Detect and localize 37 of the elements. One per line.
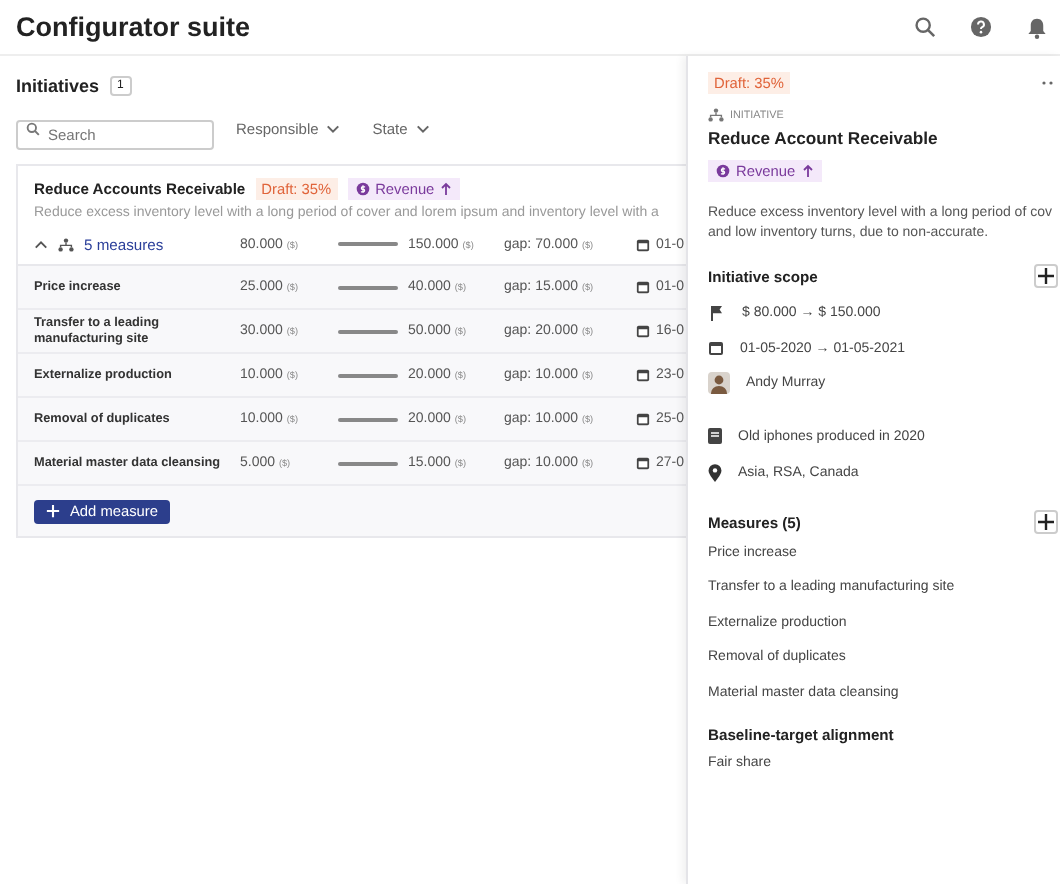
calendar-icon xyxy=(636,368,650,382)
bell-icon[interactable] xyxy=(1026,15,1048,39)
chevron-down-icon xyxy=(415,124,430,134)
flag-icon xyxy=(708,303,726,322)
calendar-icon xyxy=(636,412,650,426)
arrow-up-icon xyxy=(801,164,814,178)
help-icon[interactable] xyxy=(970,16,992,38)
section-heading: Initiatives xyxy=(16,76,100,96)
app-title: Configurator suite xyxy=(16,12,250,42)
chevron-down-icon xyxy=(326,124,341,134)
calendar-icon xyxy=(636,324,650,338)
range-line xyxy=(338,373,398,377)
hierarchy-icon xyxy=(708,108,724,122)
arrow-up-icon xyxy=(440,182,453,196)
calendar-icon xyxy=(636,237,650,251)
chevron-up-icon[interactable] xyxy=(34,239,48,249)
add-button[interactable] xyxy=(1034,264,1058,289)
search-icon xyxy=(26,122,40,136)
calendar-icon xyxy=(636,456,650,470)
plus-icon xyxy=(46,504,60,518)
range-line xyxy=(338,285,398,289)
coin-icon xyxy=(716,164,730,178)
range-line xyxy=(338,417,398,421)
initiative-title: Reduce Account Receivable xyxy=(708,128,940,148)
calendar-icon xyxy=(636,280,650,294)
calendar-icon xyxy=(708,340,724,357)
pin-icon xyxy=(708,463,722,482)
add-button[interactable] xyxy=(1034,510,1058,535)
avatar-icon xyxy=(708,372,730,395)
coin-icon xyxy=(355,182,370,196)
hierarchy-icon xyxy=(58,237,74,251)
more-icon[interactable] xyxy=(1042,80,1054,86)
range-line xyxy=(338,329,398,333)
document-icon xyxy=(708,428,722,445)
search-icon[interactable] xyxy=(914,16,936,38)
range-line xyxy=(338,461,398,465)
range-line xyxy=(338,242,398,246)
